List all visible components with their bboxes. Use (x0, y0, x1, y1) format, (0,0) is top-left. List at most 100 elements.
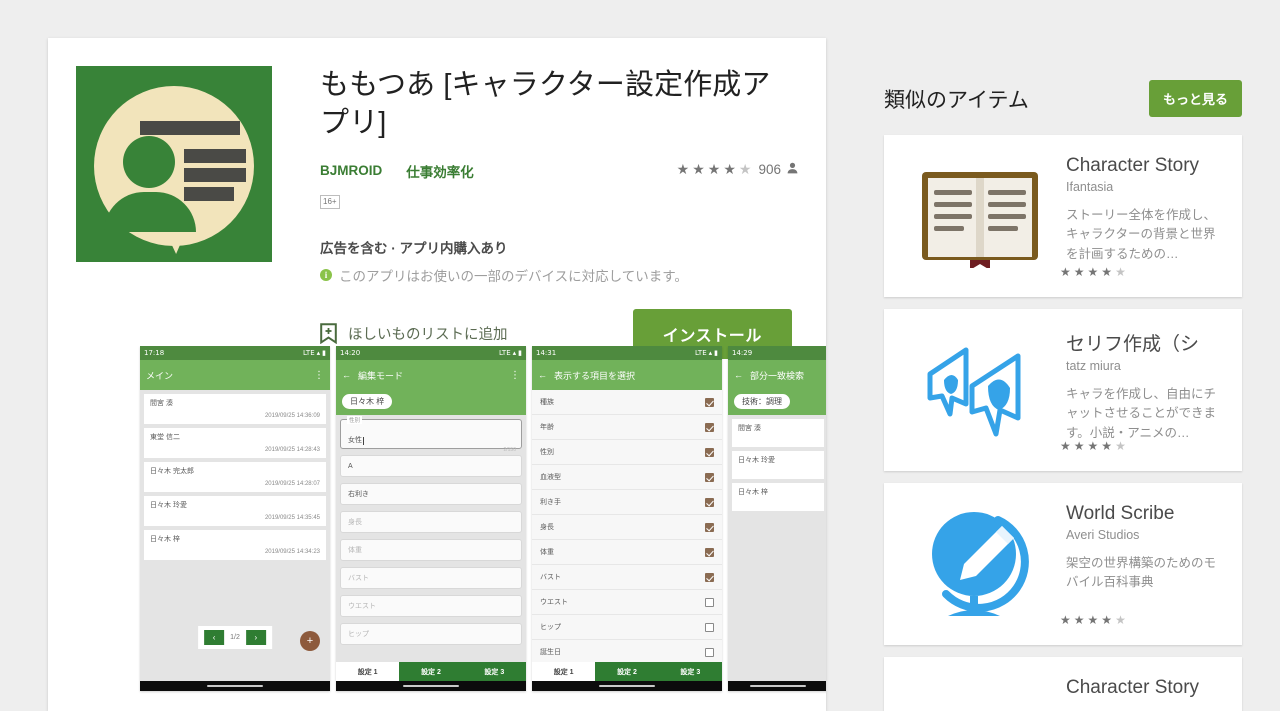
star-icon: ★ (1101, 613, 1113, 627)
tab-setting-3[interactable]: 設定 3 (462, 662, 526, 681)
checkbox-row[interactable]: 性別 (532, 440, 722, 465)
settings-tab-bar: 設定 1 設定 2 設定 3 (336, 662, 526, 681)
overflow-menu-icon[interactable]: ⋮ (510, 370, 520, 381)
see-more-button[interactable]: もっと見る (1148, 80, 1242, 117)
device-compatibility-note: i このアプリはお使いの一部のデバイスに対応しています。 (320, 265, 798, 285)
checkbox-unchecked-icon[interactable] (705, 647, 714, 657)
overflow-menu-icon[interactable]: ⋮ (314, 370, 324, 381)
form-field[interactable]: バスト (340, 567, 522, 589)
gender-input[interactable]: 性別 女性 2/150 (340, 416, 522, 453)
similar-app-card[interactable]: Character Story (884, 657, 1242, 711)
form-field[interactable]: A (340, 455, 522, 477)
list-item[interactable]: 日々木 完太郎 2019/09/25 14:28:07 (144, 462, 326, 492)
similar-app-card[interactable]: Character Story Ifantasia ストーリー全体を作成し、キャ… (884, 135, 1242, 297)
form-field[interactable]: ウエスト (340, 595, 522, 617)
checkbox-checked-icon[interactable] (705, 447, 714, 457)
checkbox-row[interactable]: ウエスト (532, 590, 722, 615)
network-label: LTE (302, 349, 315, 357)
list-item[interactable]: 間宮 湊 (732, 419, 824, 447)
form-field[interactable]: ヒップ (340, 623, 522, 645)
play-store-app-page: ももつあ [キャラクター設定作成アプリ] BJMROID 仕事効率化 ★ ★ ★… (0, 0, 1280, 711)
back-icon[interactable]: ← (734, 370, 743, 380)
list-item-name: 日々木 玲愛 (150, 502, 187, 509)
checkbox-row[interactable]: 体重 (532, 540, 722, 565)
status-icons: LTE ▴ ▮ (499, 349, 522, 357)
checkbox-checked-icon[interactable] (705, 522, 714, 532)
search-filter-chip[interactable]: 技術：調理 (734, 394, 790, 409)
checkbox-checked-icon[interactable] (705, 547, 714, 557)
screenshot-main-list[interactable]: 17:18 LTE ▴ ▮ メイン ⋮ 間宮 湊 2019/09/25 14:3… (140, 346, 330, 691)
category-link[interactable]: 仕事効率化 (406, 161, 474, 181)
app-icon (76, 66, 272, 262)
list-item[interactable]: 東堂 信二 2019/09/25 14:28:43 (144, 428, 326, 458)
screenshot-select-items[interactable]: 14:31 LTE ▴ ▮ ← 表示する項目を選択 種族 年齢 性別 血液型 利… (532, 346, 722, 691)
screenshot-partial-search[interactable]: 14:29 ← 部分一致検索 技術：調理 間宮 湊 日々木 玲愛 日々木 梓 (728, 346, 826, 691)
checkbox-label: 身長 (540, 524, 554, 531)
checkbox-row[interactable]: 血液型 (532, 465, 722, 490)
screenshot-edit-mode[interactable]: 14:20 LTE ▴ ▮ ← 編集モード ⋮ 日々木 梓 性別 女性 2/15… (336, 346, 526, 691)
prev-page-button[interactable]: ‹ (204, 630, 225, 645)
similar-app-card[interactable]: World Scribe Averi Studios 架空の世界構築のためのモバ… (884, 483, 1242, 645)
list-item-name: 東堂 信二 (150, 434, 180, 441)
tab-setting-3[interactable]: 設定 3 (658, 662, 722, 681)
similar-app-info: Character Story (1060, 671, 1226, 711)
similar-app-info: Character Story Ifantasia ストーリー全体を作成し、キャ… (1060, 149, 1226, 283)
android-nav-bar (728, 681, 826, 691)
back-icon[interactable]: ← (538, 370, 547, 380)
similar-app-developer: Averi Studios (1066, 528, 1140, 542)
checkbox-row[interactable]: ヒップ (532, 615, 722, 640)
form-field[interactable]: 右利き (340, 483, 522, 505)
tab-setting-1[interactable]: 設定 1 (532, 662, 596, 681)
battery-icon: ▮ (518, 349, 522, 357)
star-icon: ★ (692, 161, 705, 178)
status-bar: 17:18 LTE ▴ ▮ (140, 346, 330, 360)
form-field[interactable]: 体重 (340, 539, 522, 561)
checkbox-label: バスト (540, 574, 561, 581)
list-item[interactable]: 日々木 梓 (732, 483, 824, 511)
network-label: LTE (498, 349, 511, 357)
star-icon: ★ (1101, 265, 1113, 279)
checkbox-checked-icon[interactable] (705, 497, 714, 507)
app-icon-thumbnail (900, 323, 1060, 457)
similar-app-card[interactable]: セリフ作成（シ tatz miura キャラを作成し、自由にチャットさせることが… (884, 309, 1242, 471)
checkbox-unchecked-icon[interactable] (705, 597, 714, 607)
star-icon: ★ (1060, 265, 1071, 279)
checkbox-row[interactable]: 年齢 (532, 415, 722, 440)
checkbox-checked-icon[interactable] (705, 472, 714, 482)
checkbox-checked-icon[interactable] (705, 572, 714, 582)
list-item[interactable]: 日々木 玲愛 2019/09/25 14:35:45 (144, 496, 326, 526)
list-item[interactable]: 日々木 玲愛 (732, 451, 824, 479)
star-icon-empty: ★ (738, 161, 752, 178)
back-icon[interactable]: ← (342, 370, 351, 380)
character-chip-row: 日々木 梓 (336, 390, 526, 415)
app-bar: ← 編集モード ⋮ (336, 360, 526, 390)
similar-app-developer: tatz miura (1066, 359, 1121, 373)
app-detail-header: ももつあ [キャラクター設定作成アプリ] BJMROID 仕事効率化 ★ ★ ★… (48, 38, 826, 359)
gender-input-counter: 2/150 (503, 447, 516, 453)
checkbox-unchecked-icon[interactable] (705, 622, 714, 632)
star-icon: ★ (1087, 439, 1099, 453)
list-item[interactable]: 日々木 梓 2019/09/25 14:34:23 (144, 530, 326, 560)
tab-setting-2[interactable]: 設定 2 (595, 662, 659, 681)
checkbox-row[interactable]: バスト (532, 565, 722, 590)
character-name-chip[interactable]: 日々木 梓 (342, 394, 393, 409)
checkbox-row[interactable]: 利き手 (532, 490, 722, 515)
star-icon: ★ (707, 161, 721, 178)
list-item[interactable]: 間宮 湊 2019/09/25 14:36:09 (144, 394, 326, 424)
add-fab-button[interactable]: + (300, 631, 320, 651)
similar-app-rating: ★ ★ ★ ★ ★ (1060, 439, 1126, 453)
form-field[interactable]: 身長 (340, 511, 522, 533)
screenshot-list: 17:18 LTE ▴ ▮ メイン ⋮ 間宮 湊 2019/09/25 14:3… (48, 346, 826, 711)
checkbox-checked-icon[interactable] (705, 422, 714, 432)
developer-link[interactable]: BJMROID (320, 163, 382, 178)
checkbox-row[interactable]: 身長 (532, 515, 722, 540)
tab-setting-1[interactable]: 設定 1 (336, 662, 400, 681)
add-to-wishlist-button[interactable]: ほしいものリストに追加 (320, 323, 508, 345)
status-time: 14:29 (732, 349, 753, 357)
signal-icon: ▴ (708, 349, 713, 357)
tab-setting-2[interactable]: 設定 2 (399, 662, 463, 681)
next-page-button[interactable]: › (245, 630, 266, 645)
checkbox-checked-icon[interactable] (705, 397, 714, 407)
checkbox-row[interactable]: 種族 (532, 390, 722, 415)
app-bar-title: メイン (146, 370, 174, 381)
